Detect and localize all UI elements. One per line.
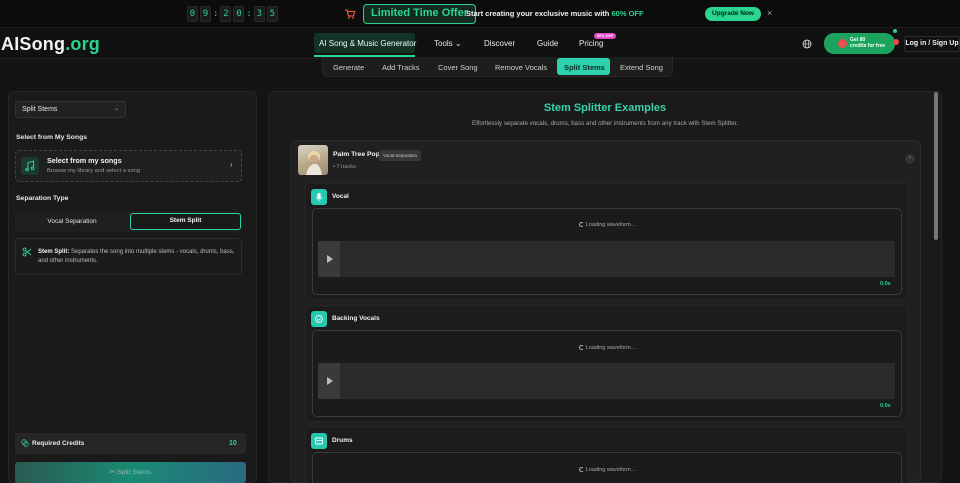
tab-cover-song[interactable]: Cover Song [438, 63, 478, 72]
free-credits-line2: credits for free [850, 43, 886, 49]
backing-vocals-icon [311, 311, 327, 327]
waveform-track[interactable] [318, 241, 895, 277]
split-stems-button-label: ✂ Split Stems [15, 462, 246, 483]
nav-pricing[interactable]: Pricing [579, 39, 603, 49]
nav-discover[interactable]: Discover [484, 39, 515, 49]
timer-digit: 9 [200, 6, 211, 22]
tab-split-stems[interactable]: Split Stems [564, 63, 605, 72]
nav-tools[interactable]: Tools ⌄ [434, 39, 462, 49]
required-credits-value: 10 [229, 440, 237, 447]
split-stems-button-text: Split Stems [117, 469, 152, 476]
play-icon [327, 255, 333, 263]
info-bold: Stem Split: [38, 249, 70, 255]
required-credits-label: Required Credits [32, 440, 85, 447]
select-songs-label: Select from My Songs [16, 134, 88, 141]
split-icon: ✂ [109, 469, 118, 476]
music-note-icon [21, 157, 39, 175]
drum-icon [311, 433, 327, 449]
option-stem-split[interactable]: Stem Split [130, 213, 241, 230]
song-thumbnail [298, 145, 328, 175]
track-count: • 7 tracks [333, 164, 356, 170]
logo-suffix: .org [65, 34, 100, 54]
gift-icon [838, 39, 847, 48]
my-songs-title: Select from my songs [47, 156, 122, 165]
loading-indicator: Loading waveform... [312, 222, 902, 229]
timer-digit: 0 [187, 6, 198, 22]
timer-separator: : [246, 9, 252, 19]
play-icon [327, 377, 333, 385]
separation-type-label: Separation Type [16, 195, 69, 202]
promo-message: Start creating your exclusive music with [466, 9, 610, 18]
stem-name: Vocal [332, 193, 349, 200]
nav-guide[interactable]: Guide [537, 39, 558, 49]
close-icon[interactable]: × [767, 8, 772, 19]
tab-remove-vocals[interactable]: Remove Vocals [495, 63, 547, 72]
stem-name: Backing Vocals [332, 315, 380, 322]
mode-select[interactable]: Split Stems ⌄ [15, 101, 126, 118]
waveform-track[interactable] [318, 363, 895, 399]
spinner-icon [578, 345, 584, 350]
examples-subtitle: Effortlessly separate vocals, drums, bas… [471, 120, 739, 127]
promo-discount: 60% OFF [611, 9, 644, 18]
globe-icon[interactable] [802, 39, 812, 49]
tab-generate[interactable]: Generate [333, 63, 364, 72]
loading-text: Loading waveform... [585, 467, 636, 473]
microphone-icon [311, 189, 327, 205]
timer-separator: : [213, 9, 219, 19]
mode-select-value: Split Stems [22, 106, 58, 113]
promo-text: Start creating your exclusive music with… [466, 9, 644, 18]
countdown-timer: 0 9 : 2 0 : 3 5 [187, 6, 278, 22]
duration: 0.0s [880, 403, 891, 409]
limited-offer-badge: Limited Time Offer [363, 4, 476, 24]
song-tag: Vocal Separation [379, 150, 422, 161]
logo-text: AISong [1, 34, 66, 54]
main-navbar [0, 28, 960, 59]
loading-indicator: Loading waveform... [312, 467, 902, 474]
free-credits-text: Get 80 credits for free [850, 37, 885, 49]
cart-icon [345, 9, 356, 19]
tab-add-tracks[interactable]: Add Tracks [382, 63, 420, 72]
timer-digit: 0 [233, 6, 245, 22]
tab-extend-song[interactable]: Extend Song [620, 63, 663, 72]
stem-name: Drums [332, 437, 353, 444]
loading-text: Loading waveform... [585, 345, 636, 351]
select-from-my-songs-button[interactable] [15, 150, 242, 182]
scissors-icon [22, 247, 32, 257]
nav-ai-song-generator[interactable]: AI Song & Music Generator [319, 39, 416, 49]
info-text: Stem Split: Separates the song into mult… [38, 248, 238, 266]
song-name: Palm Tree Pop [333, 151, 380, 158]
logo[interactable]: AISong.org [1, 34, 100, 54]
timer-digit: 5 [266, 6, 278, 22]
status-dot [893, 29, 897, 33]
notification-dot [893, 39, 899, 45]
option-vocal-separation[interactable]: Vocal Separation [15, 211, 129, 232]
pricing-badge: 60% OFF [594, 33, 617, 39]
examples-title: Stem Splitter Examples [543, 102, 667, 114]
my-songs-subtitle: Browse my library and select a song [47, 168, 141, 174]
duration: 0.0s [880, 281, 891, 287]
upgrade-now-button[interactable]: Upgrade Now [705, 7, 761, 21]
loading-indicator: Loading waveform... [312, 345, 902, 352]
spinner-icon [578, 222, 584, 227]
chevron-down-icon: ⌄ [113, 106, 119, 112]
loading-text: Loading waveform... [585, 222, 636, 228]
spinner-icon [578, 467, 584, 472]
timer-digit: 2 [220, 6, 232, 22]
coins-icon [21, 439, 29, 447]
login-signup-button[interactable]: Log in / Sign Up [904, 36, 960, 52]
chevron-right-icon: › [230, 160, 233, 169]
collapse-icon[interactable]: ⌃ [905, 154, 915, 164]
timer-digit: 3 [253, 6, 265, 22]
